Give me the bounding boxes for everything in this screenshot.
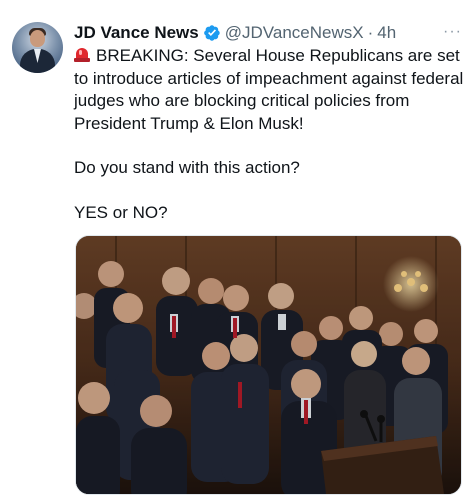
author-handle[interactable]: @JDVanceNewsX [225, 23, 364, 43]
tweet-paragraph-1: BREAKING: Several House Republicans are … [74, 46, 464, 133]
police-siren-icon [74, 46, 90, 63]
tweet-media-image[interactable] [75, 235, 462, 495]
tweet-header: JD Vance News @JDVanceNewsX · 4h ··· [74, 21, 462, 45]
tweet-text: BREAKING: Several House Republicans are … [74, 45, 466, 224]
group-photo-press-conference [76, 236, 461, 494]
avatar[interactable] [12, 22, 63, 73]
tweet-paragraph-3: YES or NO? [74, 202, 168, 222]
more-options-icon[interactable]: ··· [443, 23, 462, 41]
timestamp[interactable]: 4h [377, 23, 396, 43]
author-name[interactable]: JD Vance News [74, 23, 199, 43]
separator-dot: · [367, 23, 374, 42]
tweet-paragraph-2: Do you stand with this action? [74, 158, 300, 177]
verified-badge-icon [203, 24, 221, 42]
